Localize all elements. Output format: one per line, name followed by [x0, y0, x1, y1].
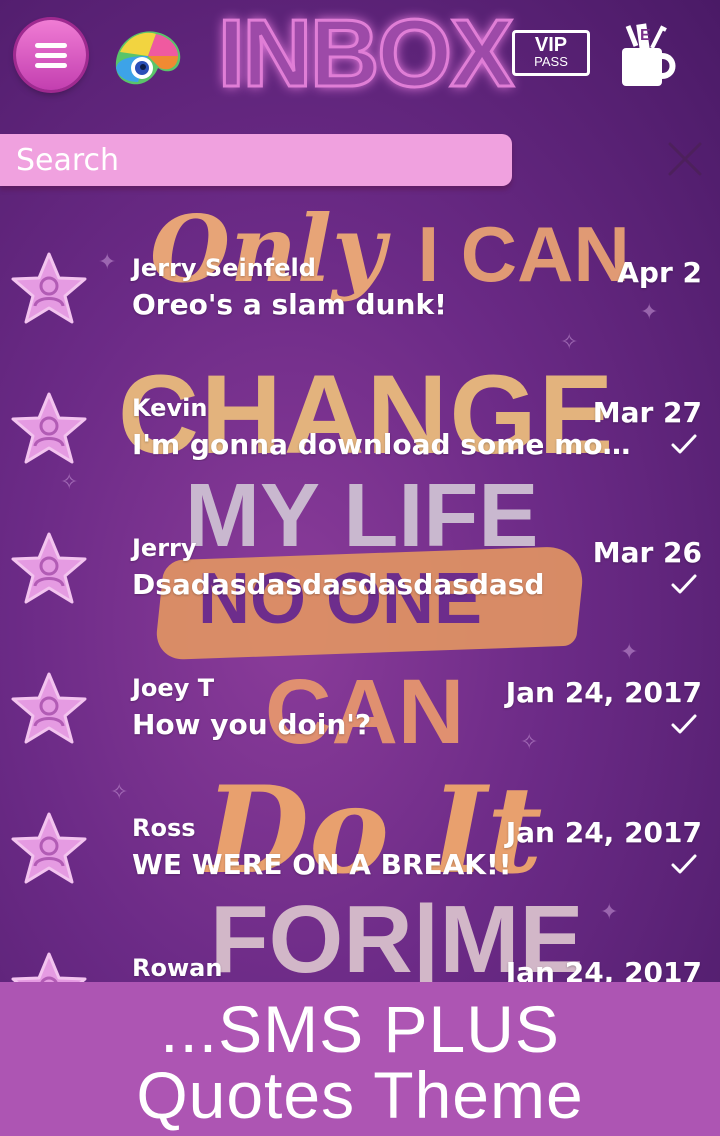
contact-avatar-icon[interactable]	[6, 388, 92, 474]
message-date: Mar 27	[592, 396, 702, 429]
conversation-list: Jerry Seinfeld Oreo's a slam dunk! Apr 2 Ke…	[0, 230, 720, 982]
contact-name: Kevin	[132, 394, 208, 422]
conversation-row[interactable]: Ross WE WERE ON A BREAK!! Jan 24, 2017	[0, 790, 720, 930]
search-bar	[0, 134, 512, 186]
contact-avatar-icon[interactable]	[6, 248, 92, 334]
chameleon-theme-icon[interactable]	[108, 22, 188, 92]
checkmark-icon	[671, 854, 697, 874]
message-snippet: WE WERE ON A BREAK!!	[132, 848, 512, 881]
checkmark-icon	[671, 434, 697, 454]
message-date: Jan 24, 2017	[505, 676, 702, 709]
inbox-screen: ✦ ✦ ✧ ✧ ✦ ✧ ✦ ✧ Only I CAN CHANGE MY LIF…	[0, 0, 720, 1136]
message-snippet: Oreo's a slam dunk!	[132, 288, 447, 321]
message-snippet: I'm gonna download some mo…	[132, 428, 631, 461]
message-snippet: Dsadasdasdasdasdasdasd	[132, 568, 545, 601]
vip-pass-button[interactable]: VIP PASS	[512, 30, 590, 76]
checkmark-icon	[671, 714, 697, 734]
pass-label: PASS	[534, 54, 568, 69]
promo-banner: ...SMS PLUS Quotes Theme	[0, 982, 720, 1136]
hamburger-menu-icon-bar	[35, 53, 67, 58]
contact-avatar-icon[interactable]	[6, 668, 92, 754]
message-date: Jan 24, 2017	[505, 956, 702, 982]
conversation-row[interactable]: Jerry Seinfeld Oreo's a slam dunk! Apr 2	[0, 230, 720, 370]
hamburger-menu-icon-bar	[35, 63, 67, 68]
mug-with-tools-icon[interactable]: E	[618, 18, 680, 90]
inbox-title: INBOX	[217, 0, 516, 107]
message-date: Apr 2	[617, 256, 702, 289]
message-date: Mar 26	[592, 536, 702, 569]
conversation-row[interactable]: Joey T How you doin'? Jan 24, 2017	[0, 650, 720, 790]
menu-button[interactable]	[16, 20, 86, 90]
search-input[interactable]	[16, 134, 496, 186]
svg-text:E: E	[640, 27, 651, 44]
message-snippet: How you doin'?	[132, 708, 372, 741]
contact-name: Ross	[132, 814, 196, 842]
conversation-row[interactable]: Rowan Jan 24, 2017	[0, 930, 720, 982]
hamburger-menu-icon	[35, 43, 67, 48]
contact-name: Jerry	[132, 534, 197, 562]
message-date: Jan 24, 2017	[505, 816, 702, 849]
contact-name: Jerry Seinfeld	[132, 254, 316, 282]
banner-line-2: Quotes Theme	[136, 1058, 584, 1132]
banner-line-1: ...SMS PLUS	[160, 992, 560, 1066]
conversation-row[interactable]: Kevin I'm gonna download some mo… Mar 27	[0, 370, 720, 510]
contact-avatar-icon[interactable]	[6, 808, 92, 894]
vip-label: VIP	[534, 34, 568, 56]
contact-name: Joey T	[132, 674, 215, 702]
close-icon[interactable]	[664, 138, 706, 180]
contact-avatar-icon[interactable]	[6, 528, 92, 614]
checkmark-icon	[671, 574, 697, 594]
conversation-row[interactable]: Jerry Dsadasdasdasdasdasdasd Mar 26	[0, 510, 720, 650]
contact-avatar-icon[interactable]	[6, 948, 92, 982]
contact-name: Rowan	[132, 954, 223, 982]
